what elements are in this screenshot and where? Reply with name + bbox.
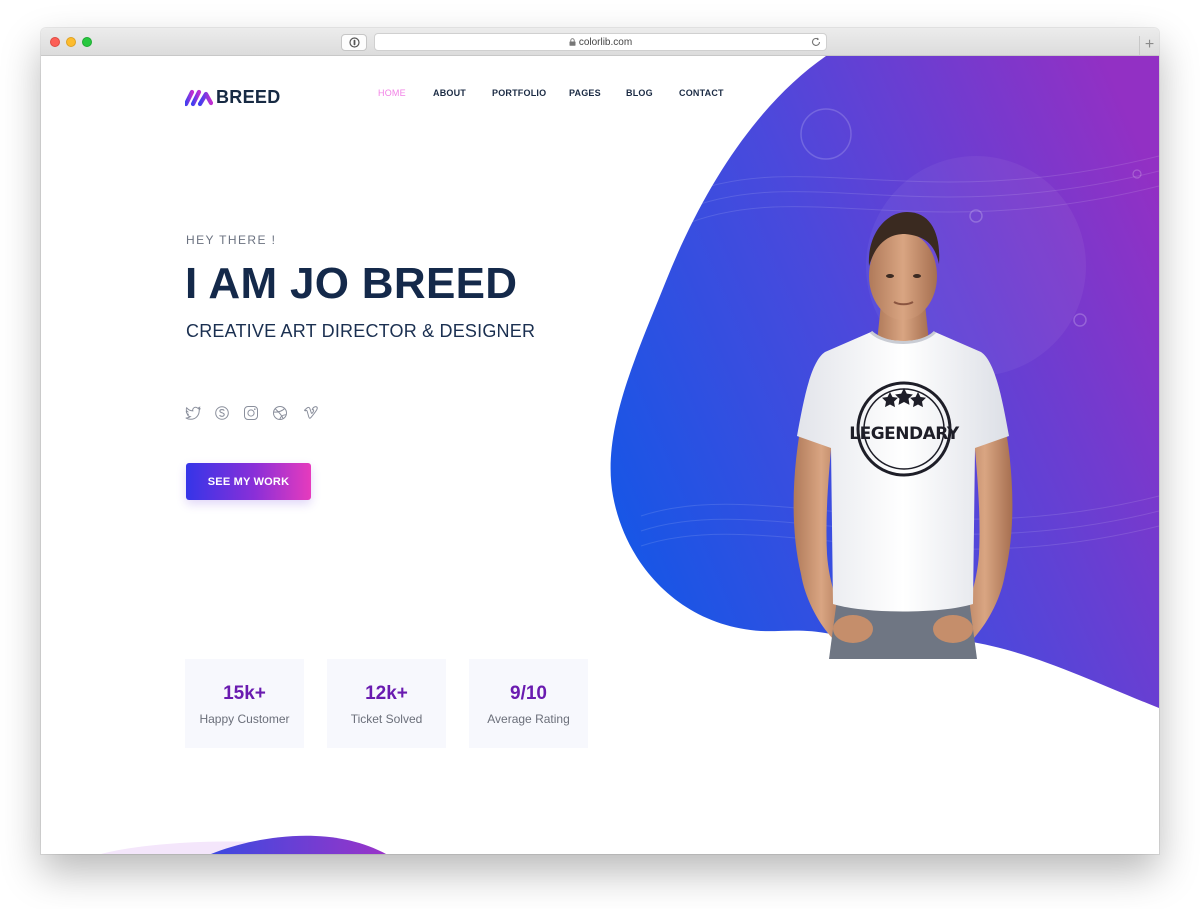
dribbble-icon[interactable] [272, 405, 288, 421]
hero-title: I AM JO BREED [185, 259, 518, 308]
nav-item-blog[interactable]: BLOG [626, 88, 653, 98]
lock-icon [569, 38, 576, 46]
shield-icon [349, 37, 360, 48]
close-window-button[interactable] [50, 37, 60, 47]
hero-greeting: HEY THERE ! [186, 233, 277, 247]
url-text: colorlib.com [578, 37, 633, 48]
hero-subtitle: CREATIVE ART DIRECTOR & DESIGNER [186, 321, 536, 341]
nav-item-pages[interactable]: PAGES [569, 88, 601, 98]
stat-card: 9/10 Average Rating [469, 659, 588, 748]
browser-titlebar: colorlib.com + [41, 28, 1159, 56]
address-bar[interactable]: colorlib.com [374, 33, 827, 51]
nav-item-about[interactable]: ABOUT [433, 88, 466, 98]
stat-value: 15k+ [223, 683, 266, 704]
reload-icon[interactable] [810, 36, 822, 48]
page-viewport: BREED HOME ABOUT PORTFOLIO PAGES BLOG CO… [41, 56, 1159, 854]
new-tab-icon[interactable]: + [1139, 36, 1159, 56]
instagram-icon[interactable] [243, 405, 259, 421]
logo-icon [185, 89, 213, 107]
see-my-work-button[interactable]: SEE MY WORK [186, 463, 311, 500]
browser-window: colorlib.com + BREED HOME ABOUT PORTFOLI… [41, 28, 1159, 854]
maximize-window-button[interactable] [82, 37, 92, 47]
stat-value: 9/10 [510, 683, 547, 704]
nav-item-contact[interactable]: CONTACT [679, 88, 724, 98]
stat-label: Average Rating [487, 712, 570, 726]
hero-person-photo: LEGENDARY [793, 212, 1013, 659]
nav-item-portfolio[interactable]: PORTFOLIO [492, 88, 546, 98]
stat-card: 15k+ Happy Customer [185, 659, 304, 748]
skype-icon[interactable] [214, 405, 230, 421]
logo-text: BREED [216, 87, 281, 107]
vimeo-icon[interactable] [303, 405, 319, 421]
tshirt-text: LEGENDARY [849, 424, 960, 444]
stat-card: 12k+ Ticket Solved [327, 659, 446, 748]
stat-value: 12k+ [365, 683, 408, 704]
minimize-window-button[interactable] [66, 37, 76, 47]
stat-label: Happy Customer [199, 712, 290, 726]
privacy-button[interactable] [341, 34, 367, 51]
twitter-icon[interactable] [185, 405, 201, 421]
stat-label: Ticket Solved [350, 712, 423, 726]
nav-item-home[interactable]: HOME [378, 88, 406, 98]
